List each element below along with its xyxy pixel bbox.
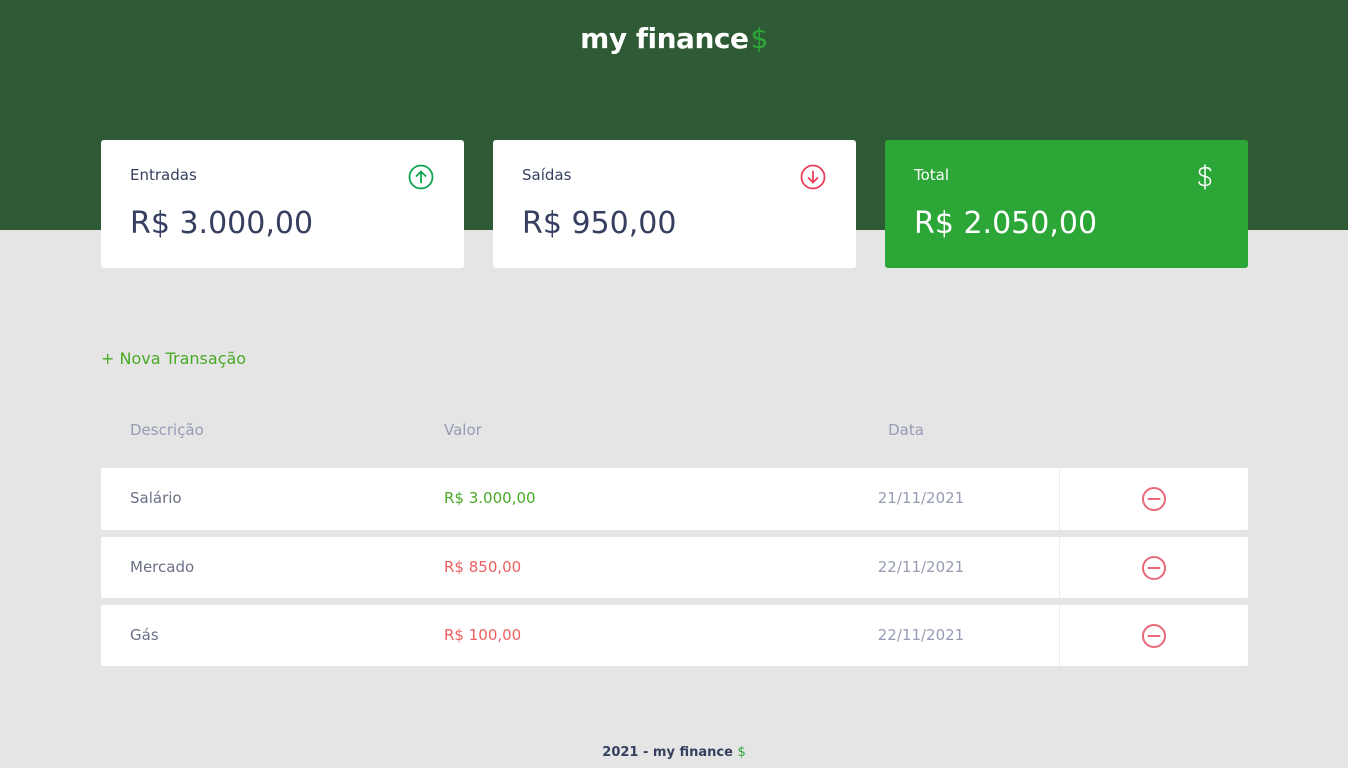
column-header-date: Data — [888, 421, 924, 439]
total-card: Total R$ 2.050,00 — [885, 140, 1248, 268]
column-header-description: Descrição — [130, 421, 204, 439]
row-description: Gás — [130, 626, 159, 644]
total-label: Total — [914, 166, 950, 184]
table-row: Salário R$ 3.000,00 21/11/2021 — [101, 468, 1248, 530]
income-value: R$ 3.000,00 — [130, 206, 314, 241]
row-amount: R$ 850,00 — [444, 558, 522, 576]
remove-transaction-icon[interactable] — [1141, 623, 1167, 649]
logo-dollar-symbol: $ — [750, 22, 768, 55]
new-transaction-link[interactable]: + Nova Transação — [101, 349, 246, 368]
expense-card: Saídas R$ 950,00 — [493, 140, 856, 268]
arrow-up-circle-icon — [408, 164, 434, 190]
footer-dollar-symbol: $ — [737, 745, 746, 760]
total-value: R$ 2.050,00 — [914, 206, 1098, 241]
column-header-amount: Valor — [444, 421, 482, 439]
row-divider — [1059, 605, 1060, 667]
row-description: Salário — [130, 489, 182, 507]
expense-value: R$ 950,00 — [522, 206, 677, 241]
remove-transaction-icon[interactable] — [1141, 555, 1167, 581]
row-date: 21/11/2021 — [877, 489, 965, 507]
logo-text: my finance — [580, 22, 749, 55]
row-description: Mercado — [130, 558, 195, 576]
row-divider — [1059, 468, 1060, 530]
income-card: Entradas R$ 3.000,00 — [101, 140, 464, 268]
row-amount: R$ 100,00 — [444, 626, 522, 644]
dollar-sign-icon — [1198, 164, 1212, 190]
table-row: Gás R$ 100,00 22/11/2021 — [101, 605, 1248, 667]
expense-label: Saídas — [522, 166, 572, 184]
footer-text: 2021 - my finance — [602, 745, 733, 760]
arrow-down-circle-icon — [800, 164, 826, 190]
footer: 2021 - my finance $ — [0, 745, 1348, 760]
row-amount: R$ 3.000,00 — [444, 489, 536, 507]
row-date: 22/11/2021 — [877, 558, 965, 576]
row-date: 22/11/2021 — [877, 626, 965, 644]
remove-transaction-icon[interactable] — [1141, 486, 1167, 512]
table-row: Mercado R$ 850,00 22/11/2021 — [101, 537, 1248, 599]
app-logo: my finance$ — [0, 22, 1348, 55]
income-label: Entradas — [130, 166, 197, 184]
row-divider — [1059, 537, 1060, 599]
